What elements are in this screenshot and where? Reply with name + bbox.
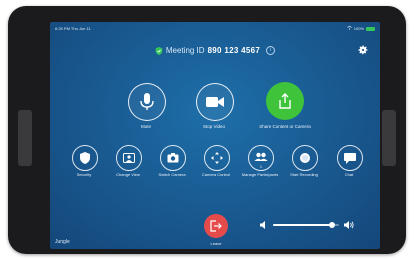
- video-camera-icon: [206, 97, 224, 107]
- switch-camera-icon: [167, 153, 179, 163]
- stop-video-label: Stop Video: [203, 124, 225, 129]
- left-mount-bracket: [18, 110, 32, 166]
- secure-shield-icon: [155, 46, 163, 55]
- leave-label: Leave: [210, 241, 222, 246]
- manage-participants-label: Manage Participants: [241, 172, 279, 177]
- stop-video-button[interactable]: [196, 83, 234, 121]
- share-content-button[interactable]: [266, 82, 304, 120]
- change-view-button[interactable]: [116, 145, 142, 171]
- volume-control: [260, 220, 360, 230]
- leave-button[interactable]: [204, 214, 228, 238]
- share-upload-icon: [279, 93, 291, 109]
- microphone-icon: [140, 93, 154, 110]
- tablet-device: 6:25 PM Thu Jun 11 100% Meeting ID 890 1…: [8, 6, 406, 254]
- gallery-view-icon: [123, 153, 135, 163]
- start-recording-label: Start Recording: [290, 172, 318, 177]
- chat-button[interactable]: [337, 145, 363, 171]
- record-icon: [300, 153, 310, 163]
- volume-low-icon: [260, 221, 265, 229]
- status-bar: 6:25 PM Thu Jun 11 100%: [55, 25, 375, 33]
- zoom-rooms-controller-screen: 6:25 PM Thu Jun 11 100% Meeting ID 890 1…: [50, 22, 380, 249]
- wifi-icon: [347, 25, 352, 33]
- mute-label: Mute: [140, 124, 151, 129]
- security-button[interactable]: [72, 145, 98, 171]
- participant-count: 1: [260, 165, 262, 169]
- volume-fill: [273, 224, 333, 226]
- manage-participants-button[interactable]: 1: [248, 145, 274, 171]
- battery-icon: [366, 27, 375, 31]
- chat-bubble-icon: [344, 152, 356, 164]
- right-mount-bracket: [382, 110, 396, 166]
- chat-label: Chat: [344, 172, 354, 177]
- start-recording-button[interactable]: [292, 145, 318, 171]
- volume-slider[interactable]: [273, 222, 339, 228]
- change-view-label: Change View: [116, 172, 140, 177]
- share-content-label: Share Content or Camera: [259, 124, 311, 129]
- meeting-id-bar: Meeting ID 890 123 4567 i: [50, 46, 380, 55]
- battery-percent: 100%: [353, 26, 364, 31]
- settings-gear-icon[interactable]: [357, 44, 369, 56]
- switch-camera-button[interactable]: [160, 145, 186, 171]
- security-label: Security: [76, 172, 92, 177]
- room-name: Jungle: [55, 239, 70, 245]
- camera-control-button[interactable]: [204, 145, 230, 171]
- mute-button[interactable]: [128, 83, 166, 121]
- meeting-id-value: 890 123 4567: [207, 46, 261, 55]
- battery-indicator: 100%: [347, 25, 375, 33]
- camera-control-label: Camera Control: [201, 172, 231, 177]
- camera-control-arrows-icon: [211, 152, 223, 164]
- participants-icon: [254, 152, 268, 161]
- info-icon[interactable]: i: [266, 46, 276, 55]
- volume-slider-handle[interactable]: [329, 222, 336, 228]
- switch-camera-label: Switch Camera: [158, 172, 186, 177]
- exit-icon: [210, 220, 222, 232]
- shield-icon: [80, 152, 90, 164]
- meeting-id-label: Meeting ID: [165, 46, 205, 55]
- status-time: 6:25 PM Thu Jun 11: [55, 26, 91, 31]
- volume-high-icon: [344, 221, 354, 229]
